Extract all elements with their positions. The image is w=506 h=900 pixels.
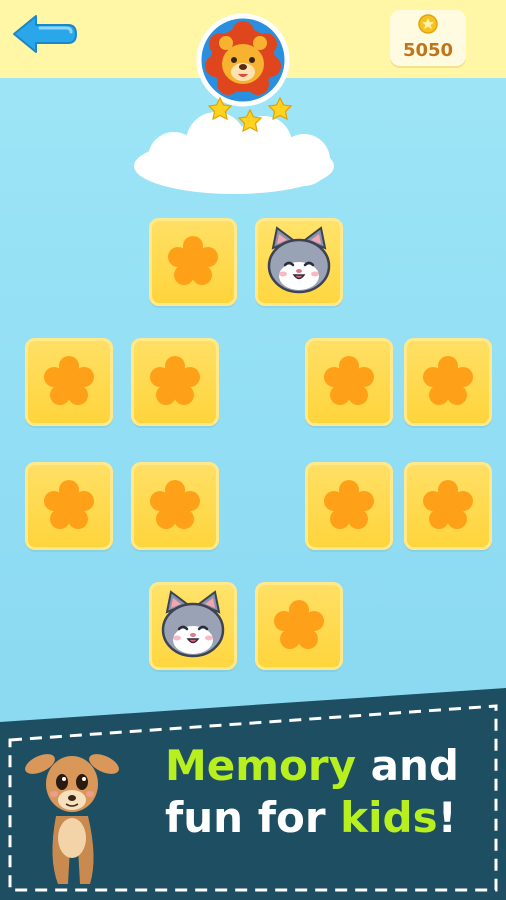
banner-headline: Memory and fun for kids! xyxy=(165,740,485,844)
cat-icon xyxy=(161,590,225,658)
flower-icon xyxy=(44,480,94,529)
deer-icon xyxy=(25,754,119,884)
banner-exclaim: ! xyxy=(437,793,457,842)
flower-icon xyxy=(150,480,200,529)
banner-word-kids: kids xyxy=(340,793,438,842)
flower-icon xyxy=(44,356,94,405)
banner-word-and: and xyxy=(370,741,459,790)
memory-card-revealed[interactable] xyxy=(255,218,343,306)
star-icon xyxy=(267,96,293,121)
coin-icon xyxy=(418,14,438,34)
flower-icon xyxy=(324,356,374,405)
flower-icon xyxy=(423,356,473,405)
flower-icon xyxy=(150,356,200,405)
flower-icon xyxy=(324,480,374,529)
player-avatar xyxy=(188,10,298,133)
memory-card-revealed[interactable] xyxy=(149,582,237,670)
memory-card[interactable] xyxy=(404,338,492,426)
memory-card[interactable] xyxy=(149,218,237,306)
back-button[interactable] xyxy=(10,12,80,56)
star-icon xyxy=(207,96,233,121)
banner-word-fun-for: fun for xyxy=(165,793,326,842)
memory-card[interactable] xyxy=(131,462,219,550)
flower-icon xyxy=(423,480,473,529)
coin-counter: 5050 xyxy=(390,10,466,66)
coin-count: 5050 xyxy=(402,40,454,61)
memory-card[interactable] xyxy=(305,462,393,550)
star-icon xyxy=(237,108,263,133)
cat-icon xyxy=(267,226,331,294)
memory-card[interactable] xyxy=(25,338,113,426)
memory-card[interactable] xyxy=(404,462,492,550)
memory-card[interactable] xyxy=(305,338,393,426)
banner-word-memory: Memory xyxy=(165,741,356,790)
memory-card[interactable] xyxy=(131,338,219,426)
memory-card[interactable] xyxy=(255,582,343,670)
flower-icon xyxy=(274,600,324,649)
stars-rating xyxy=(207,96,293,133)
flower-icon xyxy=(168,236,218,285)
back-arrow-icon xyxy=(13,15,77,53)
memory-card[interactable] xyxy=(25,462,113,550)
